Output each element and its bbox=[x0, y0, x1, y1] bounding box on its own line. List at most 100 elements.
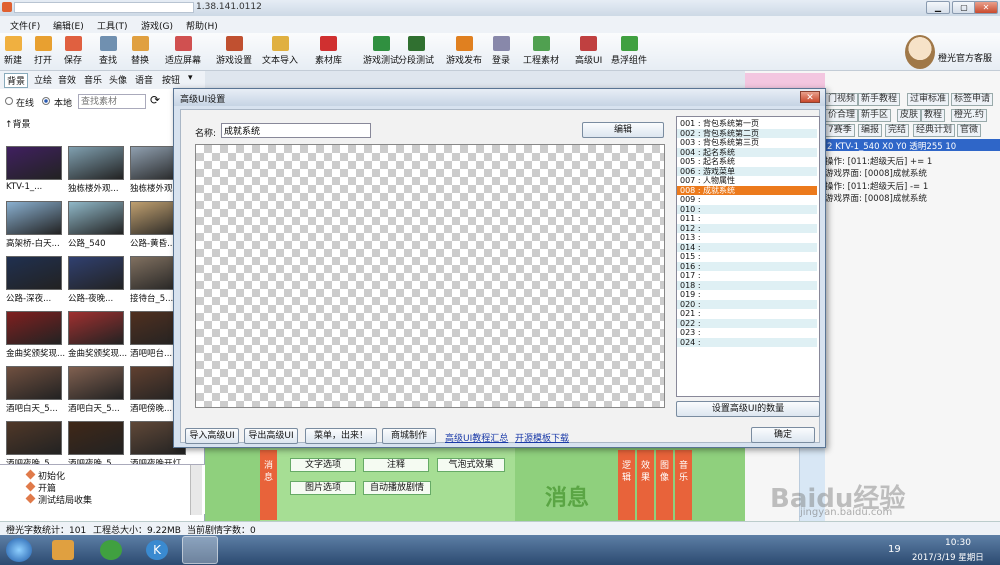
toolbar-button-0[interactable]: 新建 bbox=[4, 36, 22, 66]
thumbnail[interactable] bbox=[68, 421, 124, 455]
thumbnail[interactable] bbox=[6, 146, 62, 180]
toolbar-button-12[interactable]: 登录 bbox=[492, 36, 510, 66]
avatar[interactable] bbox=[905, 35, 935, 69]
ui-list-item[interactable]: 007 : 人物属性 bbox=[677, 176, 817, 186]
link-button[interactable]: 标签申请 bbox=[951, 93, 994, 106]
log-line[interactable]: 操作: [011:超级天后] += 1 bbox=[825, 155, 932, 167]
thumbnail[interactable] bbox=[68, 366, 124, 400]
ui-list-item[interactable]: 002 : 背包系统第二页 bbox=[677, 128, 817, 138]
tutorial-link[interactable]: 高级UI教程汇总 bbox=[445, 431, 508, 444]
tab-avatar[interactable]: 头像 bbox=[109, 73, 127, 86]
template-link[interactable]: 开源模板下载 bbox=[515, 431, 569, 444]
set-count-button[interactable]: 设置高级UI的数量 bbox=[676, 401, 820, 417]
menu-help[interactable]: 帮助(H) bbox=[186, 19, 218, 32]
ui-list-item[interactable]: 023 : bbox=[677, 328, 817, 338]
thumbnail[interactable] bbox=[6, 256, 62, 290]
menu-game[interactable]: 游戏(G) bbox=[141, 19, 173, 32]
radio-local[interactable] bbox=[42, 97, 50, 105]
name-input[interactable] bbox=[221, 123, 371, 138]
menu-out-button[interactable]: 菜单，出来！ bbox=[305, 428, 377, 444]
maximize-button[interactable]: ▢ bbox=[952, 1, 976, 14]
bubble-effect-button[interactable]: 气泡式效果 bbox=[437, 458, 505, 472]
link-button[interactable]: 橙光.约 bbox=[951, 109, 987, 122]
tree-scrollbar[interactable] bbox=[190, 465, 202, 515]
ui-list-item[interactable]: 014 : bbox=[677, 242, 817, 252]
toolbar-button-7[interactable]: 文本导入 bbox=[262, 36, 298, 66]
link-button[interactable]: 过审标准 bbox=[907, 93, 950, 106]
ui-list-item[interactable]: 021 : bbox=[677, 309, 817, 319]
thumbnail[interactable] bbox=[68, 311, 124, 345]
selected-row[interactable]: 2 KTV-1_540 X0 Y0 透明255 10 bbox=[825, 139, 1000, 152]
toolbar-button-8[interactable]: 素材库 bbox=[315, 36, 342, 66]
toolbar-button-9[interactable]: 游戏测试 bbox=[363, 36, 399, 66]
link-button[interactable]: 编报 bbox=[858, 124, 883, 137]
tab-portrait[interactable]: 立绘 bbox=[34, 73, 52, 86]
link-button[interactable]: 官微 bbox=[957, 124, 982, 137]
toolbar-button-1[interactable]: 打开 bbox=[34, 36, 52, 66]
toolbar-button-13[interactable]: 工程素材 bbox=[523, 36, 559, 66]
link-button[interactable]: 皮肤 bbox=[897, 109, 922, 122]
tab-background[interactable]: 背景 bbox=[4, 73, 29, 88]
tab-logic[interactable]: 逻辑 bbox=[618, 450, 635, 520]
browser-icon[interactable] bbox=[100, 540, 122, 560]
log-line[interactable]: 游戏界面: [0008]成就系统 bbox=[825, 167, 927, 179]
toolbar-button-11[interactable]: 游戏发布 bbox=[446, 36, 482, 66]
ui-list-item[interactable]: 016 : bbox=[677, 261, 817, 271]
edit-button[interactable]: 编辑 bbox=[582, 122, 664, 138]
ui-list-item[interactable]: 003 : 背包系统第三页 bbox=[677, 138, 817, 148]
thumbnail[interactable] bbox=[6, 311, 62, 345]
thumbnail[interactable] bbox=[68, 201, 124, 235]
k-app-icon[interactable]: K bbox=[146, 540, 168, 560]
log-line[interactable]: 操作: [011:超级天后] -= 1 bbox=[825, 180, 928, 192]
toolbar-button-14[interactable]: 高级UI bbox=[575, 36, 602, 66]
tab-button[interactable]: 按钮 bbox=[162, 73, 180, 86]
ui-list-item[interactable]: 009 : bbox=[677, 195, 817, 205]
tab-music[interactable]: 音乐 bbox=[84, 73, 102, 86]
image-option-button[interactable]: 图片选项 bbox=[290, 481, 356, 495]
comment-button[interactable]: 注释 bbox=[363, 458, 429, 472]
radio-online[interactable] bbox=[5, 97, 13, 105]
ui-list-item[interactable]: 010 : bbox=[677, 204, 817, 214]
thumbnail[interactable] bbox=[68, 256, 124, 290]
minimize-button[interactable]: ▁ bbox=[926, 1, 950, 14]
ui-list-item[interactable]: 015 : bbox=[677, 252, 817, 262]
tab-effect[interactable]: 效果 bbox=[637, 450, 654, 520]
paint-icon[interactable] bbox=[52, 540, 74, 560]
ok-button[interactable]: 确定 bbox=[751, 427, 815, 443]
ui-list-item[interactable]: 022 : bbox=[677, 318, 817, 328]
text-option-button[interactable]: 文字选项 bbox=[290, 458, 356, 472]
refresh-icon[interactable]: ⟳ bbox=[150, 93, 160, 107]
thumbnail[interactable] bbox=[6, 201, 62, 235]
tab-sfx[interactable]: 音效 bbox=[58, 73, 76, 86]
menu-tools[interactable]: 工具(T) bbox=[97, 19, 128, 32]
link-button[interactable]: 经典计划 bbox=[913, 124, 956, 137]
dialog-close-button[interactable]: ✕ bbox=[800, 91, 820, 103]
menu-file[interactable]: 文件(F) bbox=[10, 19, 40, 32]
thumbnail[interactable] bbox=[68, 146, 124, 180]
tabs-more-icon[interactable]: ▾ bbox=[188, 73, 193, 83]
tab-music[interactable]: 音乐 bbox=[675, 450, 692, 520]
thumbnail[interactable] bbox=[6, 366, 62, 400]
ui-list-item[interactable]: 011 : bbox=[677, 214, 817, 224]
ui-list-item[interactable]: 018 : bbox=[677, 280, 817, 290]
ui-list-item[interactable]: 006 : 游戏菜单 bbox=[677, 166, 817, 176]
link-button[interactable]: 门视频 bbox=[825, 93, 859, 106]
link-button[interactable]: 新手区 bbox=[858, 109, 892, 122]
ui-list-item[interactable]: 005 : 起名系统 bbox=[677, 157, 817, 167]
ui-list-item[interactable]: 001 : 背包系统第一页 bbox=[677, 119, 817, 129]
autoplay-button[interactable]: 自动播放剧情 bbox=[363, 481, 431, 495]
toolbar-button-3[interactable]: 查找 bbox=[99, 36, 117, 66]
close-button[interactable]: ✕ bbox=[974, 1, 998, 14]
ui-preview-canvas[interactable] bbox=[195, 144, 665, 408]
search-input[interactable] bbox=[78, 94, 146, 109]
import-ui-button[interactable]: 导入高级UI bbox=[185, 428, 239, 444]
ui-list-item[interactable]: 013 : bbox=[677, 233, 817, 243]
ui-list-item[interactable]: 004 : 起名系统 bbox=[677, 147, 817, 157]
toolbar-button-2[interactable]: 保存 bbox=[64, 36, 82, 66]
profile-label[interactable]: 橙光官方客服 bbox=[938, 51, 992, 64]
toolbar-button-4[interactable]: 替换 bbox=[131, 36, 149, 66]
ui-list-item[interactable]: 024 : bbox=[677, 337, 817, 347]
ui-list-item[interactable]: 012 : bbox=[677, 223, 817, 233]
taskbar-app-orange[interactable] bbox=[182, 536, 218, 564]
ui-list-item[interactable]: 017 : bbox=[677, 271, 817, 281]
